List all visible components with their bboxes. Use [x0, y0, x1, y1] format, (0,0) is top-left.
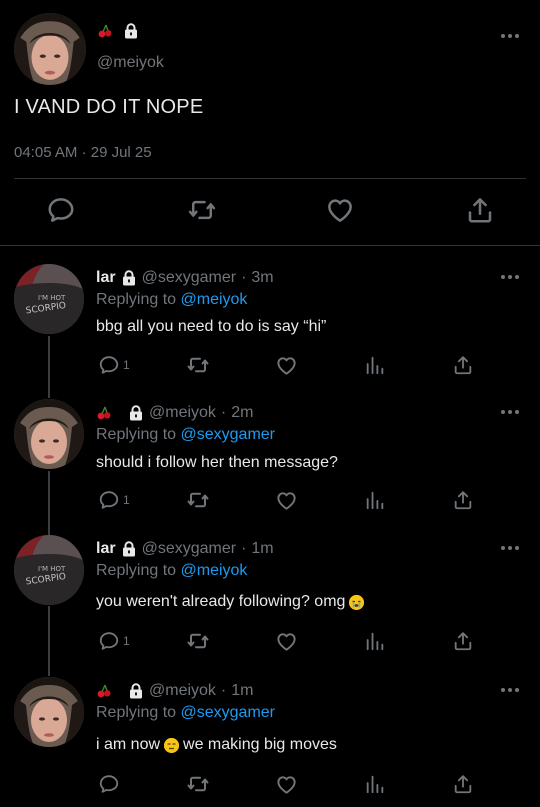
bar-chart-icon[interactable]	[364, 354, 386, 376]
reply-count: 1	[123, 493, 130, 507]
main-tweet-actions	[0, 195, 540, 229]
reply-handle[interactable]: @sexygamer	[142, 540, 237, 558]
bar-chart-icon[interactable]	[364, 630, 386, 652]
reply-count: 1	[123, 634, 130, 648]
share-icon[interactable]	[452, 354, 474, 376]
reply-text-before-emoji: i am now	[96, 736, 161, 753]
reply-bubble-icon[interactable]	[98, 489, 120, 511]
reply-text-after-emoji: we making big moves	[183, 736, 337, 753]
replying-to: Replying to @meiyok	[96, 562, 247, 580]
reply-time: 3m	[251, 269, 274, 286]
heart-icon[interactable]	[275, 354, 298, 377]
reply-bubble-icon[interactable]	[46, 195, 76, 225]
lock-icon	[128, 405, 144, 421]
display-name[interactable]: lar	[96, 540, 116, 558]
reply-actions: 1	[0, 353, 540, 379]
replying-to: Replying to @sexygamer	[96, 704, 275, 722]
retweet-icon[interactable]	[186, 772, 210, 796]
meta-separator: ·	[81, 144, 87, 161]
reply-bubble-icon[interactable]	[98, 630, 120, 652]
meta-separator: ·	[241, 269, 247, 286]
reply-count: 1	[123, 358, 130, 372]
main-tweet-meta: 04:05 AM · 29 Jul 25	[14, 144, 152, 161]
share-icon[interactable]	[452, 489, 474, 511]
reply-header: lar @sexygamer · 3m	[96, 269, 274, 287]
divider	[0, 245, 540, 246]
more-horizontal-icon[interactable]	[500, 407, 520, 417]
share-icon[interactable]	[452, 630, 474, 652]
replying-to-label: Replying to	[96, 426, 177, 443]
more-horizontal-icon[interactable]	[500, 272, 520, 282]
heart-icon[interactable]	[275, 489, 298, 512]
reply-text: bbg all you need to do is say “hi”	[96, 318, 327, 335]
avatar[interactable]	[14, 13, 86, 85]
share-icon[interactable]	[452, 773, 474, 795]
replying-to: Replying to @meiyok	[96, 291, 247, 309]
more-horizontal-icon[interactable]	[500, 685, 520, 695]
meta-separator: ·	[220, 682, 227, 699]
tweet-time: 04:05 AM	[14, 144, 78, 161]
heart-icon[interactable]	[325, 195, 355, 225]
reply-time: 1m	[251, 540, 274, 557]
display-name[interactable]: lar	[96, 269, 116, 287]
profile-badges	[97, 23, 139, 39]
replying-to-label: Replying to	[96, 291, 177, 308]
reply-actions: 1	[0, 629, 540, 655]
more-horizontal-icon[interactable]	[500, 31, 520, 41]
reply-text: i am now we making big moves	[96, 736, 337, 754]
main-handle[interactable]: @meiyok	[97, 54, 164, 72]
meta-separator: ·	[241, 540, 247, 557]
retweet-icon[interactable]	[187, 195, 217, 225]
cherry-icon	[96, 405, 112, 421]
replying-to: Replying to @sexygamer	[96, 426, 275, 444]
reply-handle[interactable]: @sexygamer	[142, 269, 237, 287]
reply-header: @meiyok · 1m	[96, 682, 253, 700]
replying-to-handle[interactable]: @meiyok	[181, 562, 248, 579]
avatar[interactable]	[14, 399, 84, 469]
meta-separator: ·	[220, 404, 227, 421]
reply-actions	[0, 772, 540, 798]
reply-header: @meiyok · 2m	[96, 404, 253, 422]
more-horizontal-icon[interactable]	[500, 543, 520, 553]
cherry-icon	[97, 23, 113, 39]
lock-icon	[123, 23, 139, 39]
reply-handle[interactable]: @meiyok	[149, 404, 216, 422]
reply-time: 2m	[231, 404, 254, 421]
cherry-icon	[96, 683, 112, 699]
bar-chart-icon[interactable]	[364, 773, 386, 795]
reply-text: should i follow her then message?	[96, 454, 338, 471]
replying-to-label: Replying to	[96, 704, 177, 721]
heart-icon[interactable]	[275, 630, 298, 653]
divider	[14, 178, 526, 179]
main-tweet-header: @meiyok	[14, 13, 526, 85]
avatar[interactable]	[14, 677, 84, 747]
replying-to-label: Replying to	[96, 562, 177, 579]
heart-icon[interactable]	[275, 773, 298, 796]
reply-actions: 1	[0, 488, 540, 514]
share-icon[interactable]	[465, 195, 495, 225]
reply-text-content: you weren't already following? omg	[96, 593, 346, 610]
reply-bubble-icon[interactable]	[98, 773, 120, 795]
replying-to-handle[interactable]: @sexygamer	[181, 426, 276, 443]
lock-icon	[128, 683, 144, 699]
reply-handle[interactable]: @meiyok	[149, 682, 216, 700]
lock-icon	[121, 270, 137, 286]
tweet-date: 29 Jul 25	[90, 144, 152, 161]
main-tweet-text: I VAND DO IT NOPE	[14, 96, 204, 118]
retweet-icon[interactable]	[186, 488, 210, 512]
reply-header: lar @sexygamer · 1m	[96, 540, 274, 558]
reply-time: 1m	[231, 682, 254, 699]
avatar[interactable]: I'M HOT SCORPIO	[14, 535, 84, 605]
avatar[interactable]: I'M HOT SCORPIO	[14, 264, 84, 334]
replying-to-handle[interactable]: @sexygamer	[181, 704, 276, 721]
replying-to-handle[interactable]: @meiyok	[181, 291, 248, 308]
reply-text: you weren't already following? omg	[96, 593, 365, 611]
retweet-icon[interactable]	[186, 353, 210, 377]
unamused-face-emoji	[164, 737, 180, 753]
bar-chart-icon[interactable]	[364, 489, 386, 511]
retweet-icon[interactable]	[186, 629, 210, 653]
crying-face-emoji	[349, 594, 365, 610]
reply-bubble-icon[interactable]	[98, 354, 120, 376]
lock-icon	[121, 541, 137, 557]
